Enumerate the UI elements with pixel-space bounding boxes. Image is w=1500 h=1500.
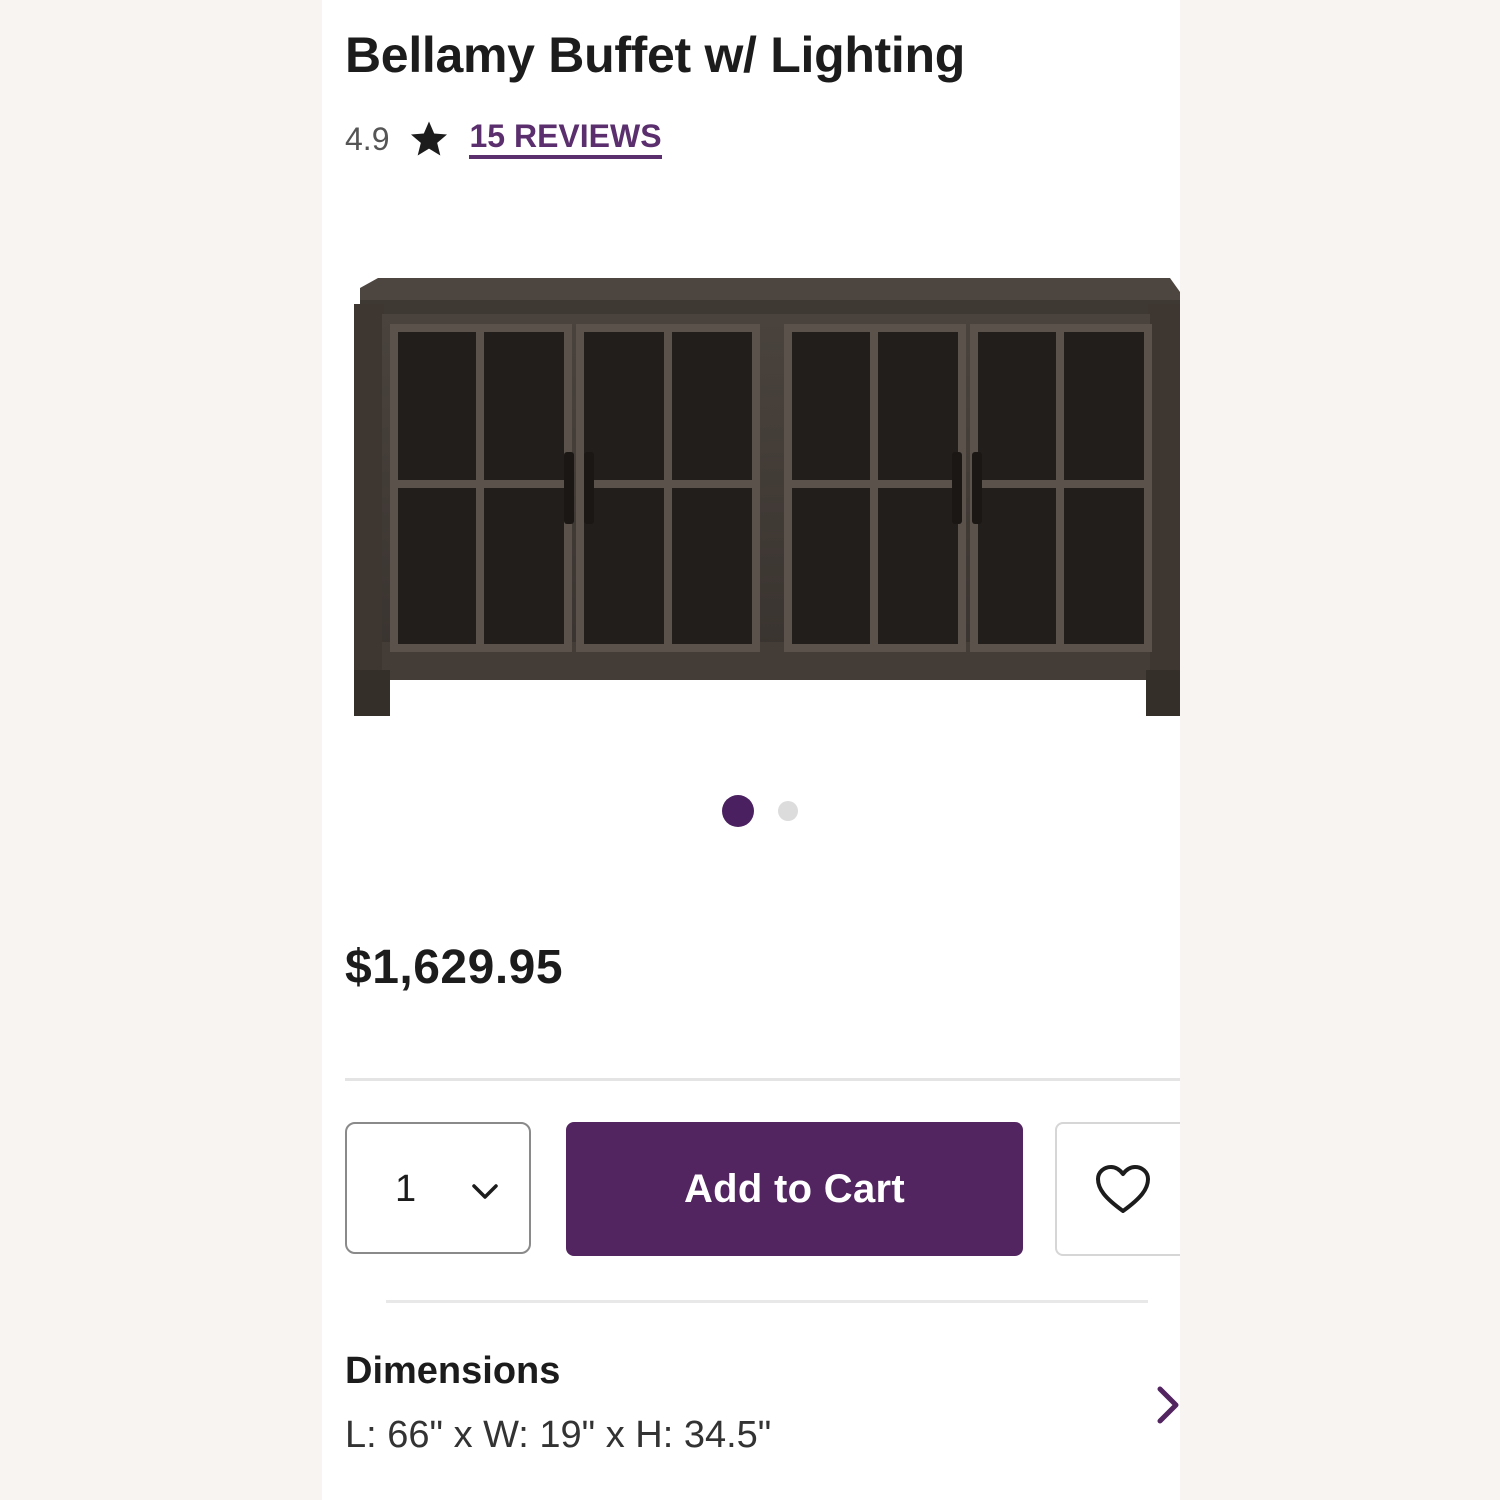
product-image[interactable] [352, 270, 1180, 725]
dimensions-row[interactable]: Dimensions L: 66" x W: 19" x H: 34.5" [345, 1350, 1180, 1470]
buffet-cabinet-image [354, 278, 1180, 716]
divider [345, 1078, 1180, 1081]
carousel-dots [722, 795, 798, 827]
rating-value: 4.9 [345, 120, 390, 157]
product-price: $1,629.95 [345, 941, 564, 994]
product-detail-panel: Bellamy Buffet w/ Lighting 4.9 15 REVIEW… [322, 0, 1180, 1500]
heart-icon [1095, 1164, 1151, 1216]
dimensions-value: L: 66" x W: 19" x H: 34.5" [345, 1414, 772, 1456]
star-icon [409, 119, 449, 159]
divider [386, 1300, 1148, 1303]
reviews-link[interactable]: 15 REVIEWS [469, 119, 662, 159]
chevron-down-icon [471, 1182, 499, 1202]
carousel-dot-1[interactable] [722, 795, 754, 827]
product-title: Bellamy Buffet w/ Lighting [345, 27, 965, 83]
add-to-cart-button[interactable]: Add to Cart [566, 1122, 1023, 1256]
carousel-dot-2[interactable] [778, 801, 798, 821]
dimensions-heading: Dimensions [345, 1350, 561, 1392]
quantity-value: 1 [395, 1168, 417, 1210]
wishlist-button[interactable] [1055, 1122, 1180, 1256]
chevron-right-icon [1153, 1384, 1180, 1426]
rating-row: 4.9 15 REVIEWS [345, 116, 662, 162]
quantity-select[interactable]: 1 [345, 1122, 531, 1254]
